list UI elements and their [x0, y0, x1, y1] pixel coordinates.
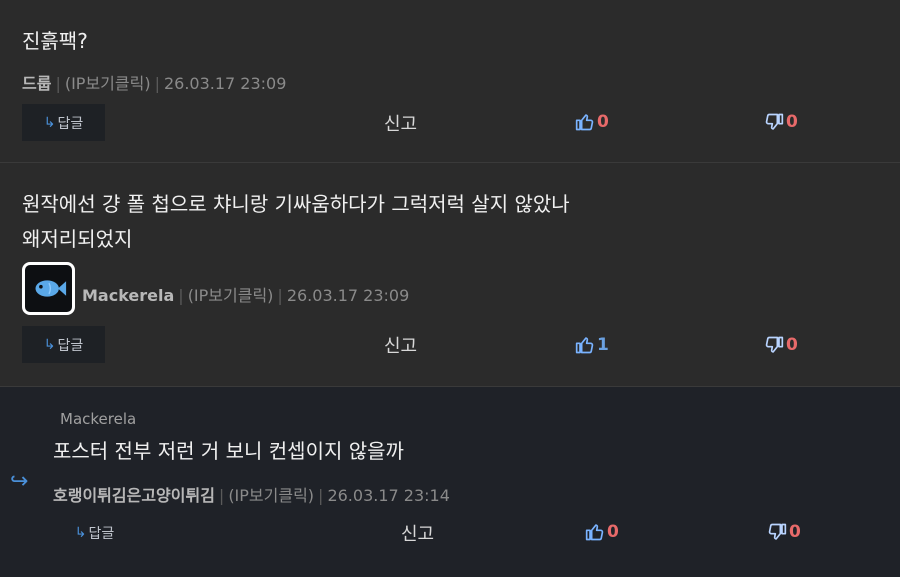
thumbs-up-icon: [575, 337, 594, 354]
reply-comment-item: Mackerela 포스터 전부 저런 거 보니 컨셉이지 않을까 ↪ 호랭이튀…: [0, 387, 900, 577]
upvote-count: 0: [607, 522, 619, 542]
report-button[interactable]: 신고: [384, 110, 417, 136]
downvote-count: 0: [786, 112, 798, 132]
comment-item: 원작에선 걍 폴 첩으로 챠니랑 기싸움하다가 그럭저럭 살지 않았나 왜저리되…: [0, 163, 900, 387]
avatar[interactable]: [22, 262, 75, 315]
reply-arrow-icon: ↳: [74, 524, 87, 541]
thumbs-down-icon: [768, 523, 787, 540]
thumbs-up-icon: [575, 114, 594, 131]
upvote-button[interactable]: 0: [575, 112, 609, 132]
thumbs-down-icon: [765, 336, 784, 353]
downvote-count: 0: [786, 335, 798, 355]
author-nick[interactable]: 호랭이튀김은고양이튀김: [53, 486, 215, 505]
comment-date: 26.03.17 23:09: [163, 74, 287, 93]
reply-indicator-icon: ↪: [10, 469, 29, 494]
comment-date: 26.03.17 23:09: [286, 286, 410, 305]
comment-date: 26.03.17 23:14: [327, 486, 450, 505]
reply-label: 답글: [57, 337, 84, 354]
downvote-button[interactable]: 0: [767, 522, 801, 542]
upvote-button[interactable]: 1: [575, 335, 609, 355]
reply-button[interactable]: ↳ 답글: [22, 104, 105, 141]
parent-author-nick: Mackerela: [60, 410, 137, 428]
author-nick[interactable]: 드룹: [22, 74, 51, 93]
reply-button[interactable]: ↳ 답글: [53, 514, 136, 551]
downvote-count: 0: [789, 522, 801, 542]
reply-arrow-icon: ↳: [43, 114, 56, 131]
downvote-button[interactable]: 0: [764, 112, 798, 132]
comment-meta: Mackerela | (IP보기클릭) | 26.03.17 23:09: [82, 286, 410, 305]
thumbs-down-icon: [765, 113, 784, 130]
reply-button[interactable]: ↳ 답글: [22, 326, 105, 363]
comment-text: 포스터 전부 저런 거 보니 컨셉이지 않을까: [53, 439, 404, 463]
upvote-count: 0: [597, 112, 609, 132]
comment-text: 진흙팩?: [22, 29, 88, 53]
downvote-button[interactable]: 0: [764, 335, 798, 355]
comment-text-line2: 왜저리되었지: [22, 227, 133, 251]
comment-meta: 호랭이튀김은고양이튀김 | (IP보기클릭) | 26.03.17 23:14: [53, 486, 450, 505]
thumbs-up-icon: [585, 524, 604, 541]
upvote-count: 1: [597, 335, 609, 355]
comment-text-line1: 원작에선 걍 폴 첩으로 챠니랑 기싸움하다가 그럭저럭 살지 않았나: [22, 192, 570, 216]
comment-item: 진흙팩? 드룹 | (IP보기클릭) | 26.03.17 23:09 ↳ 답글 신고 0…: [0, 0, 900, 163]
ip-view-link[interactable]: (IP보기클릭): [228, 486, 314, 505]
author-nick[interactable]: Mackerela: [82, 286, 174, 305]
fish-avatar-icon: [35, 280, 66, 297]
reply-label: 답글: [88, 525, 115, 542]
report-button[interactable]: 신고: [384, 332, 417, 358]
ip-view-link[interactable]: (IP보기클릭): [188, 286, 274, 305]
reply-label: 답글: [57, 115, 84, 132]
upvote-button[interactable]: 0: [585, 522, 619, 542]
comment-meta: 드룹 | (IP보기클릭) | 26.03.17 23:09: [22, 74, 287, 93]
ip-view-link[interactable]: (IP보기클릭): [65, 74, 151, 93]
reply-arrow-icon: ↳: [43, 336, 56, 353]
report-button[interactable]: 신고: [401, 520, 434, 546]
